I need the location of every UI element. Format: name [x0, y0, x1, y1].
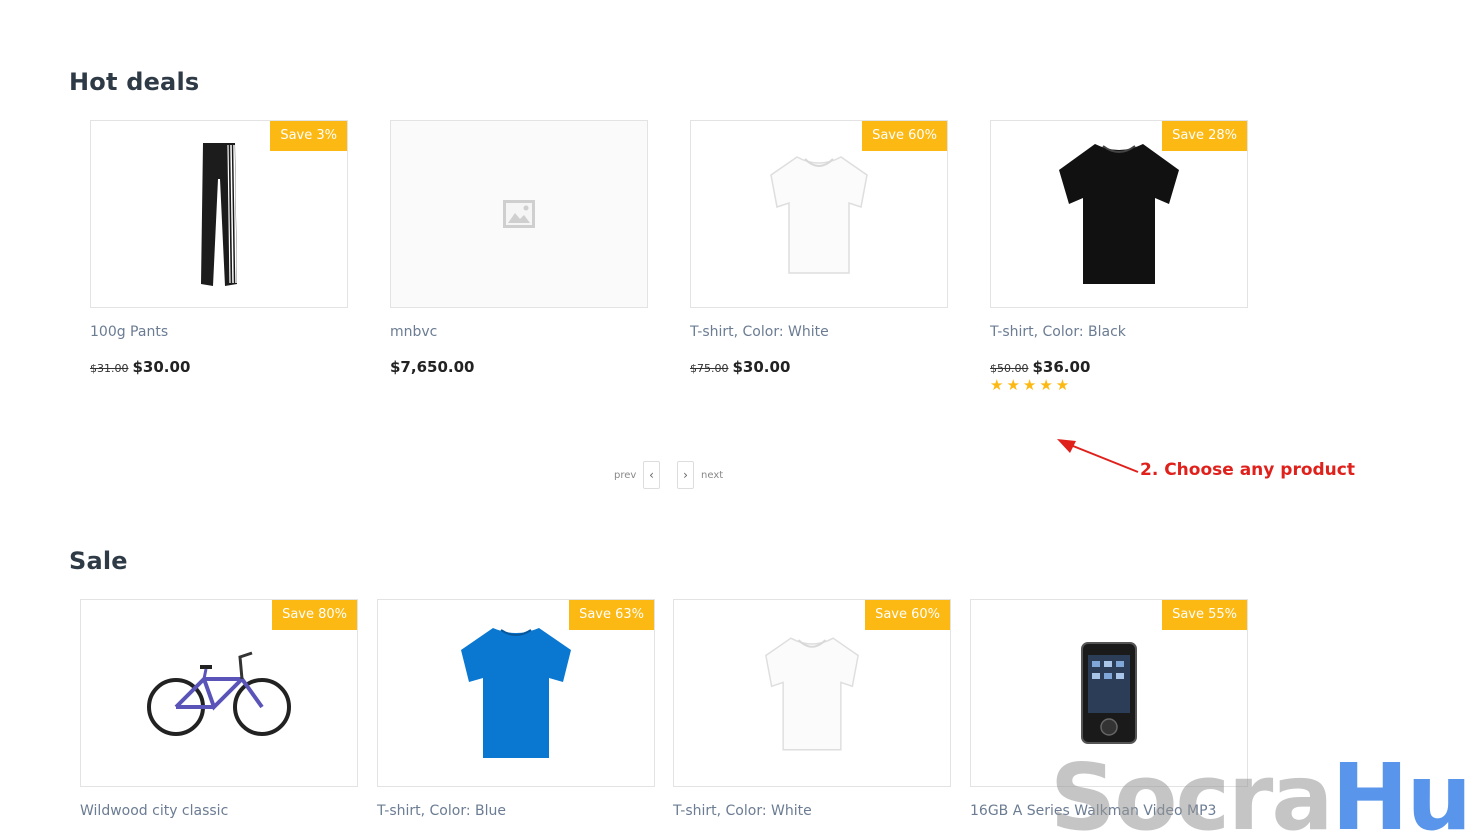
discount-badge: Save 80% [272, 600, 357, 630]
current-price: $30.00 [132, 358, 191, 376]
old-price: $50.00 [990, 362, 1029, 375]
old-price: $75.00 [690, 362, 729, 375]
product-price: $75.00 $30.00 [690, 357, 790, 376]
bicycle-image [147, 651, 291, 736]
product-name[interactable]: T-shirt, Color: Blue [377, 803, 506, 819]
pants-image [201, 143, 237, 286]
prev-button[interactable]: ‹ [643, 461, 660, 489]
product-card[interactable]: Save 60% T-shirt, Color: White $75.00 $30… [690, 120, 948, 390]
product-name[interactable]: 100g Pants [90, 324, 168, 340]
white-tshirt-image [765, 637, 859, 751]
logo-part-socra: Socra [1050, 744, 1333, 838]
product-name[interactable]: T-shirt, Color: White [673, 803, 812, 819]
black-tshirt-image [1059, 144, 1179, 284]
white-tshirt-image [770, 156, 868, 274]
logo-part-hub: Hub [1331, 744, 1468, 838]
discount-badge: Save 3% [270, 121, 347, 151]
hot-deals-title: Hot deals [69, 68, 200, 96]
next-label[interactable]: next [701, 470, 723, 481]
discount-badge: Save 60% [865, 600, 950, 630]
old-price: $31.00 [90, 362, 129, 375]
product-card[interactable]: mnbvc $7,650.00 [390, 120, 648, 390]
chevron-right-icon: › [683, 468, 688, 482]
discount-badge: Save 63% [569, 600, 654, 630]
current-price: $7,650.00 [390, 358, 475, 376]
socrahub-watermark-logo: SocraHub [1050, 752, 1468, 838]
annotation-text: 2. Choose any product [1140, 460, 1355, 480]
product-image[interactable]: Save 3% [90, 120, 348, 308]
product-name[interactable]: Wildwood city classic [80, 803, 228, 819]
rating-stars: ★★★★★ [990, 376, 1073, 394]
current-price: $30.00 [732, 358, 791, 376]
product-card[interactable]: Save 3% 100g Pants $31.00 $30.00 [90, 120, 348, 390]
product-image[interactable]: Save 60% [690, 120, 948, 308]
discount-badge: Save 28% [1162, 121, 1247, 151]
discount-badge: Save 55% [1162, 600, 1247, 630]
product-image[interactable]: Save 60% [673, 599, 951, 787]
product-name[interactable]: T-shirt, Color: White [690, 324, 829, 340]
image-placeholder-icon [503, 200, 535, 228]
blue-tshirt-image [461, 628, 571, 758]
product-price: $50.00 $36.00 [990, 357, 1090, 376]
product-name[interactable]: mnbvc [390, 324, 437, 340]
product-image[interactable]: Save 28% [990, 120, 1248, 308]
discount-badge: Save 60% [862, 121, 947, 151]
prev-label[interactable]: prev [614, 470, 636, 481]
product-price: $31.00 $30.00 [90, 357, 190, 376]
product-card[interactable]: Save 63% T-shirt, Color: Blue [377, 599, 655, 829]
product-name[interactable]: T-shirt, Color: Black [990, 324, 1126, 340]
product-card[interactable]: Save 60% T-shirt, Color: White [673, 599, 951, 829]
product-card[interactable]: Save 28% T-shirt, Color: Black $50.00 $36… [990, 120, 1248, 400]
product-image[interactable]: Save 63% [377, 599, 655, 787]
current-price: $36.00 [1032, 358, 1091, 376]
pagination: prev ‹ › next [614, 461, 734, 491]
next-button[interactable]: › [677, 461, 694, 489]
product-image[interactable] [390, 120, 648, 308]
product-card[interactable]: Save 80% Wildwood city classic [80, 599, 358, 829]
chevron-left-icon: ‹ [649, 468, 654, 482]
sale-title: Sale [69, 547, 128, 575]
product-image[interactable]: Save 80% [80, 599, 358, 787]
product-price: $7,650.00 [390, 357, 474, 376]
mp3-player-image [1081, 642, 1137, 744]
